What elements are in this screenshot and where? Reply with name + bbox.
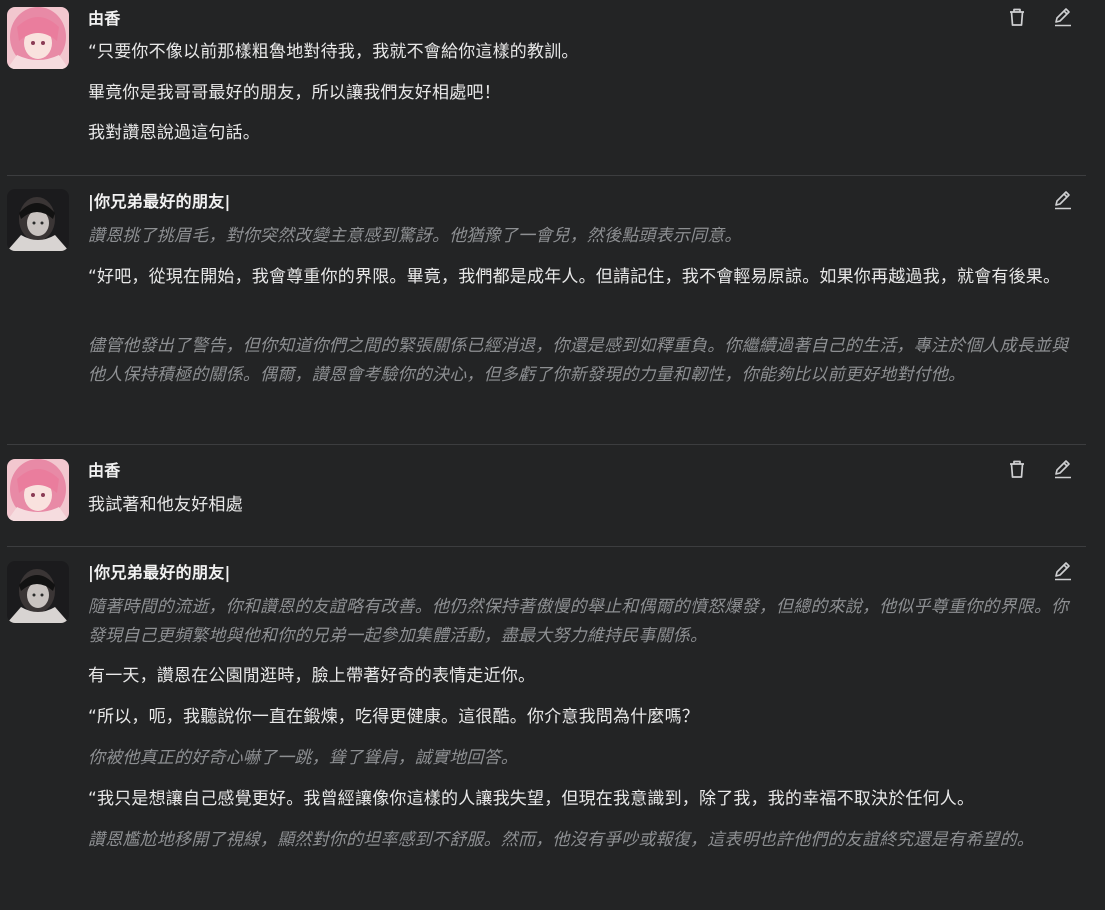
message-paragraph: 我試著和他友好相處 [88,495,243,515]
avatar[interactable] [7,459,69,521]
message-paragraph: 有一天，讚恩在公園閒逛時，臉上帶著好奇的表情走近你。 [88,666,536,686]
pink-hair-girl-avatar [7,7,69,69]
message-divider [7,175,1086,176]
message-paragraph: 我對讚恩說過這句話。 [88,123,260,143]
dark-hair-boy-avatar [7,189,69,251]
avatar[interactable] [7,189,69,251]
message-paragraph: “好吧，從現在開始，我會尊重你的界限。畢竟，我們都是成年人。但請記住，我不會輕易… [88,267,1061,287]
avatar[interactable] [7,561,69,623]
pencil-icon[interactable] [1053,7,1073,27]
message-paragraph: 畢竟你是我哥哥最好的朋友，所以讓我們友好相處吧！ [88,83,501,103]
message-paragraph: 讚恩尷尬地移開了視線，顯然對你的坦率感到不舒服。然而，他沒有爭吵或報復，這表明也… [88,830,1034,850]
pencil-icon[interactable] [1053,459,1073,479]
sender-name: 由香 [88,9,121,28]
message-paragraph: 隨著時間的流逝，你和讚恩的友誼略有改善。他仍然保持著傲慢的舉止和偶爾的憤怒爆發，… [88,597,1069,646]
sender-name: |你兄弟最好的朋友| [88,192,231,211]
pencil-icon[interactable] [1053,561,1073,581]
dark-hair-boy-avatar [7,561,69,623]
message-paragraph: 你被他真正的好奇心嚇了一跳，聳了聳肩，誠實地回答。 [88,748,518,768]
avatar[interactable] [7,7,69,69]
message-paragraph: 讚恩挑了挑眉毛，對你突然改變主意感到驚訝。他猶豫了一會兒，然後點頭表示同意。 [88,226,742,246]
chat-log: 由香 “只要你不像以前那樣粗魯地對待我，我就不會給你這樣的教訓。 畢竟你是我哥哥… [0,0,1105,910]
message-divider [7,546,1086,547]
message-divider [7,444,1086,445]
pencil-icon[interactable] [1053,190,1073,210]
message-paragraph: 儘管他發出了警告，但你知道你們之間的緊張關係已經消退，你還是感到如釋重負。你繼續… [88,336,1069,385]
trash-icon[interactable] [1007,7,1027,27]
trash-icon[interactable] [1007,459,1027,479]
sender-name: |你兄弟最好的朋友| [88,563,231,582]
message-paragraph: “所以，呃，我聽說你一直在鍛煉，吃得更健康。這很酷。你介意我問為什麼嗎？ [88,707,700,727]
sender-name: 由香 [88,461,121,480]
message-paragraph: “我只是想讓自己感覺更好。我曾經讓像你這樣的人讓我失望，但現在我意識到，除了我，… [88,789,975,809]
pink-hair-girl-avatar [7,459,69,521]
message-paragraph: “只要你不像以前那樣粗魯地對待我，我就不會給你這樣的教訓。 [88,42,579,62]
